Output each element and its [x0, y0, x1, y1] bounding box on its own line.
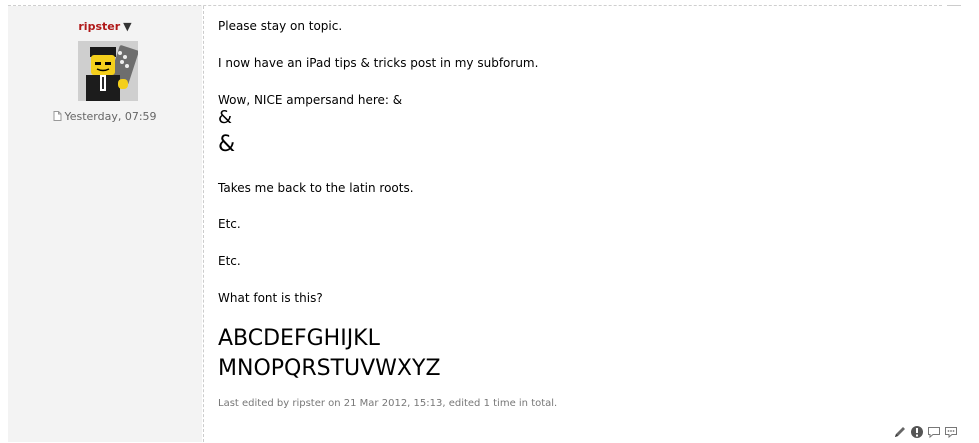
ampersand-medium: & [218, 107, 233, 128]
post-line: Etc. [218, 217, 241, 231]
post-doc-icon[interactable] [53, 111, 62, 124]
post-date-text: Yesterday, 07:59 [64, 110, 157, 123]
post-line: Takes me back to the latin roots. [218, 181, 414, 195]
lego-figure-avatar-image [78, 41, 138, 101]
avatar[interactable] [78, 41, 138, 101]
reply-icon[interactable] [944, 424, 958, 439]
quote-icon[interactable] [927, 424, 941, 439]
alphabet-line-1: ABCDEFGHIJKL [218, 326, 380, 351]
post-line: I now have an iPad tips & tricks post in… [218, 56, 539, 70]
sidebar-divider [203, 6, 204, 442]
post-line: Wow, NICE ampersand here: & [218, 93, 403, 107]
edited-note: Last edited by ripster on 21 Mar 2012, 1… [218, 398, 558, 409]
author-name-link[interactable]: ripster [78, 20, 120, 33]
alphabet-line-2: MNOPQRSTUVWXYZ [218, 356, 441, 381]
author-info: ripster ▼ [8, 20, 202, 33]
report-icon[interactable] [910, 424, 924, 438]
post-actions [893, 424, 958, 439]
author-menu-arrow-icon[interactable]: ▼ [123, 20, 131, 33]
post-date: Yesterday, 07:59 [8, 110, 202, 124]
post-line: Etc. [218, 254, 241, 268]
corner-line [947, 5, 961, 6]
edit-icon[interactable] [893, 424, 907, 438]
ampersand-large: & [218, 132, 236, 157]
post-line: Please stay on topic. [218, 19, 343, 33]
post-line: What font is this? [218, 291, 323, 305]
